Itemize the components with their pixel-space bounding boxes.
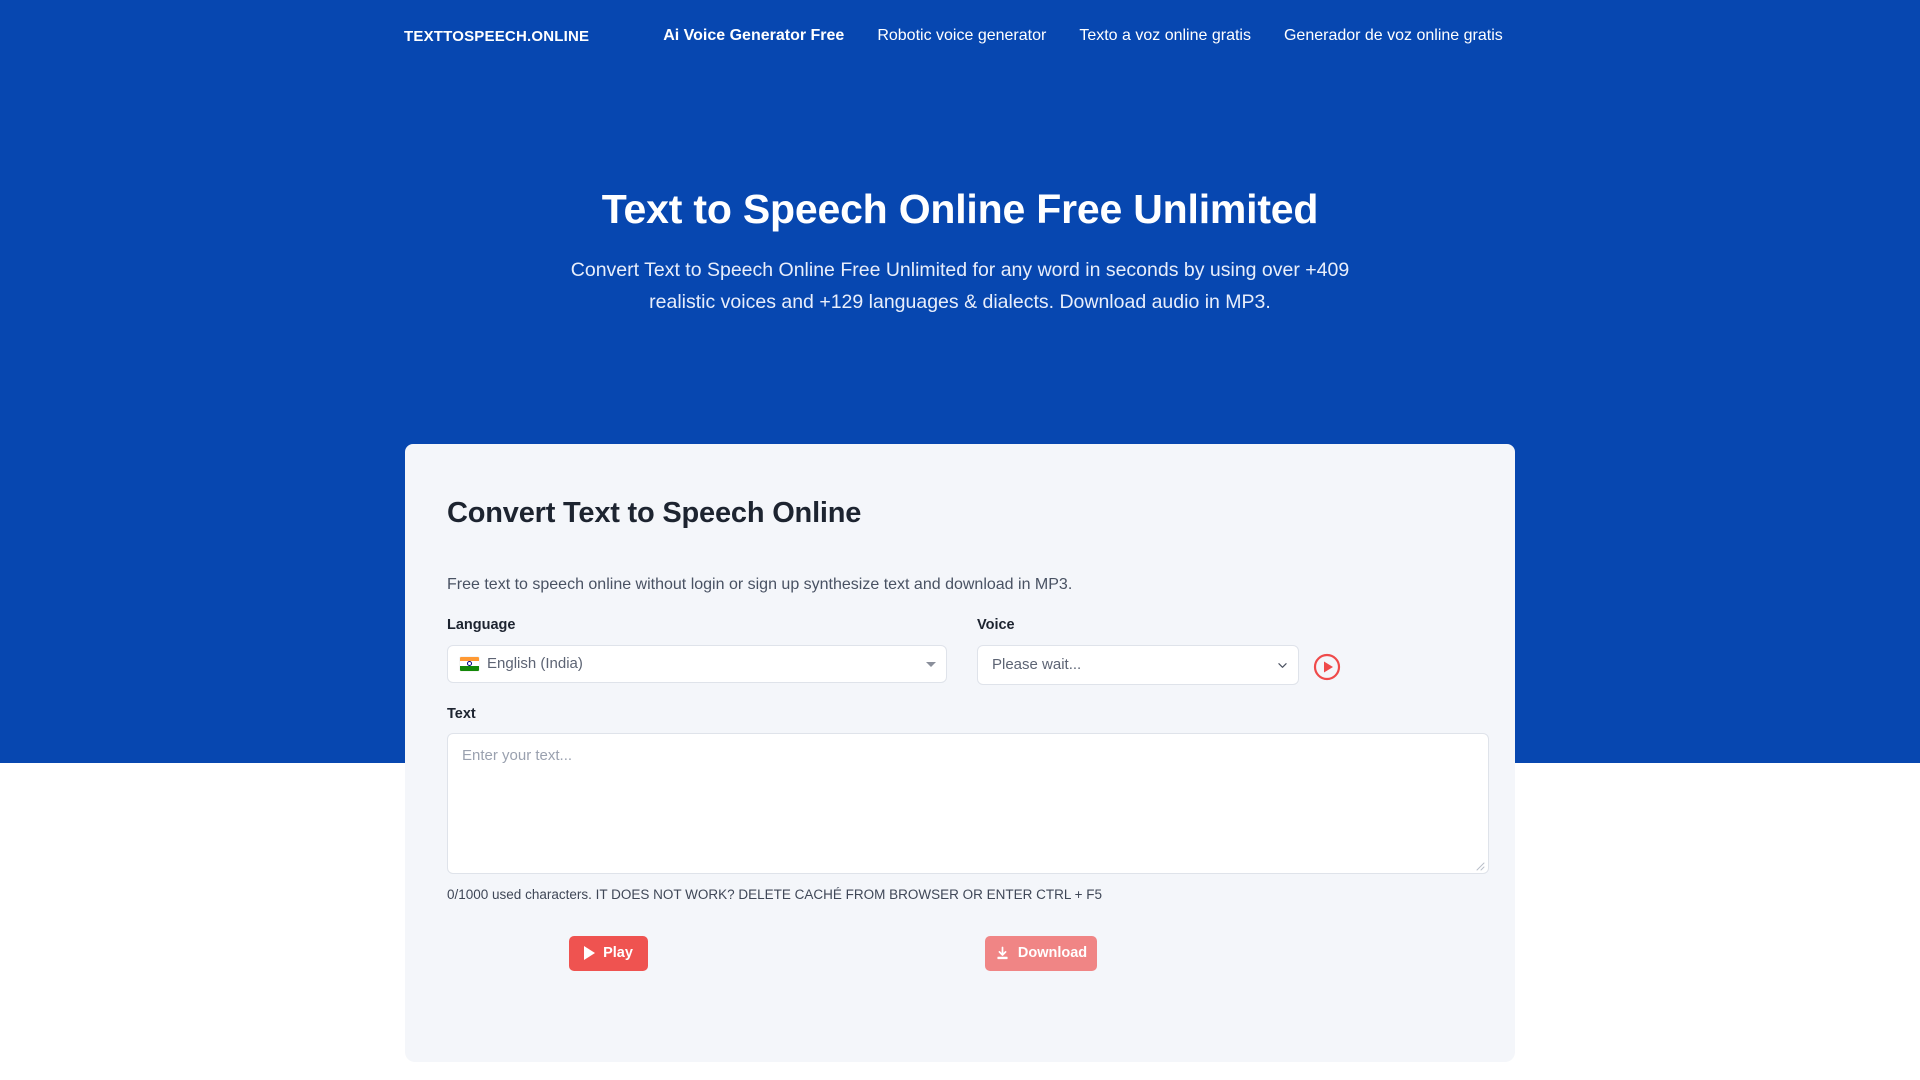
play-circle-icon [1313,654,1341,681]
card-description: Free text to speech online without login… [447,575,1073,593]
text-field: Text Enter your text... 0/1000 used char… [447,705,1489,905]
nav-links: Ai Voice Generator Free Robotic voice ge… [663,27,1503,45]
card-title: Convert Text to Speech Online [447,497,862,529]
converter-card: Convert Text to Speech Online Free text … [405,444,1515,1062]
play-button[interactable]: Play [569,935,648,971]
action-buttons: Play Download [447,935,1473,978]
language-label: Language [447,617,516,634]
download-icon [995,946,1010,961]
nav-link-robotic-voice-generator[interactable]: Robotic voice generator [877,27,1046,45]
nav-link-generador-de-voz-online-gratis[interactable]: Generador de voz online gratis [1284,27,1503,45]
top-navigation: TEXTTOSPEECH.ONLINE Ai Voice Generator F… [0,0,1920,72]
download-button-label: Download [1017,945,1088,962]
language-field: Language English (India) [447,617,947,683]
play-button-label: Play [603,945,633,962]
page-title: Text to Speech Online Free Unlimited [601,186,1319,233]
text-input-placeholder: Enter your text... [462,746,573,764]
converter-card-body: Convert Text to Speech Online Free text … [405,444,1515,978]
resize-handle-icon[interactable] [1473,859,1485,871]
text-input[interactable]: Enter your text... [447,732,1489,874]
language-select[interactable]: English (India) [447,644,947,683]
chevron-down-icon [926,661,936,667]
selects-row: Language English (India) Voice Please wa… [447,617,1473,685]
voice-selected-value: Please wait... [992,656,1082,674]
chevron-down-icon [1278,662,1287,668]
nav-link-texto-a-voz-online-gratis[interactable]: Texto a voz online gratis [1079,27,1251,45]
site-logo[interactable]: TEXTTOSPEECH.ONLINE [404,28,589,45]
nav-link-ai-voice-generator-free[interactable]: Ai Voice Generator Free [663,27,844,45]
voice-select[interactable]: Please wait... [977,644,1299,685]
character-counter-note: 0/1000 used characters. IT DOES NOT WORK… [447,886,1103,902]
voice-label: Voice [977,617,1015,634]
download-button[interactable]: Download [985,935,1097,971]
voice-preview-play-button[interactable] [1313,653,1341,681]
india-flag-icon [460,656,479,671]
text-label: Text [447,705,476,722]
page-subtitle: Convert Text to Speech Online Free Unlim… [570,258,1350,313]
voice-field: Voice Please wait... [977,617,1299,685]
language-selected-value: English (India) [487,655,583,673]
play-icon [584,946,596,961]
